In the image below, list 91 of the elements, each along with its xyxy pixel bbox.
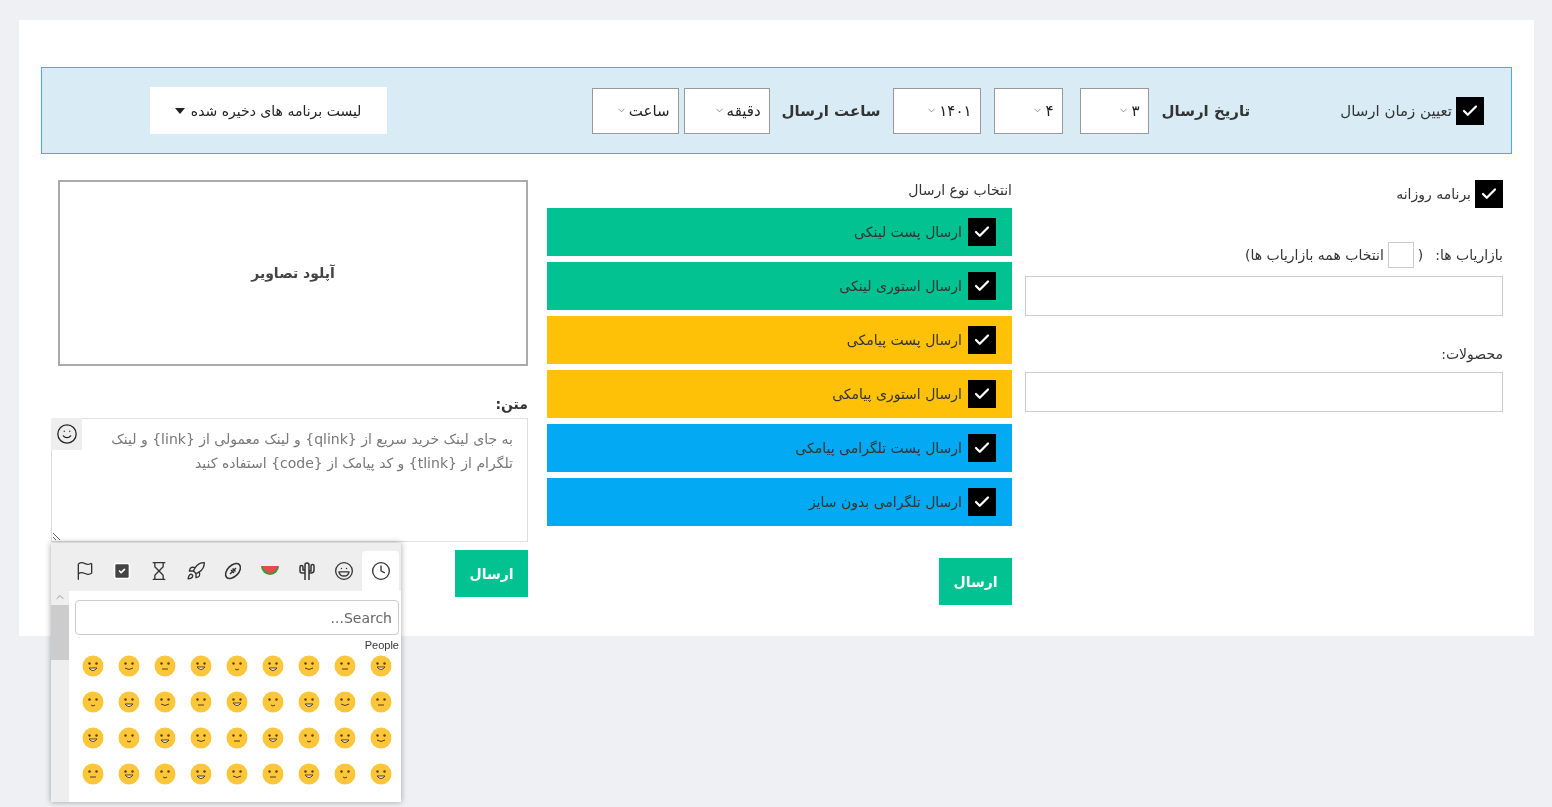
send-type-option[interactable]: ارسال تلگرامی بدون سایز bbox=[547, 478, 1012, 526]
emoji-icon[interactable] bbox=[82, 691, 104, 713]
emoji-icon[interactable] bbox=[82, 727, 104, 749]
emoji-icon[interactable] bbox=[226, 655, 248, 677]
checkbox[interactable] bbox=[1456, 96, 1484, 125]
emoji-icon[interactable] bbox=[370, 655, 392, 677]
send-type-heading: انتخاب نوع ارسال bbox=[907, 182, 1012, 198]
time-select[interactable]: دقیقه bbox=[683, 87, 770, 134]
date-select[interactable]: ۱۴۰۱ bbox=[892, 87, 981, 134]
send-type-label: ارسال استوری پیامکی bbox=[832, 386, 962, 402]
checkbox[interactable] bbox=[968, 272, 996, 300]
select-all-label: انتخاب همه بازاریاب ها) bbox=[1244, 247, 1384, 263]
emoji-icon[interactable] bbox=[118, 691, 140, 713]
products-input[interactable] bbox=[1025, 372, 1503, 412]
time-select[interactable]: ساعت bbox=[591, 87, 679, 134]
emoji-icon[interactable] bbox=[154, 727, 176, 749]
send-type-option[interactable]: ارسال پست تلگرامی پیامکی bbox=[547, 424, 1012, 472]
caret-icon bbox=[174, 107, 185, 114]
schedule-label: تعیین زمان ارسال bbox=[1340, 101, 1452, 120]
send-type-label: ارسال استوری لینکی bbox=[839, 278, 962, 294]
emoji-icon[interactable] bbox=[154, 691, 176, 713]
emoji-icon[interactable] bbox=[298, 691, 320, 713]
emoji-icon[interactable] bbox=[118, 763, 140, 785]
daily-program-label: برنامه روزانه bbox=[1396, 186, 1471, 202]
emoji-icon[interactable] bbox=[226, 727, 248, 749]
emoji-icon[interactable] bbox=[298, 727, 320, 749]
emoji-icon[interactable] bbox=[82, 655, 104, 677]
watermelon-icon bbox=[259, 565, 280, 577]
rocket-icon bbox=[185, 561, 206, 581]
smiley-icon bbox=[55, 423, 78, 445]
send-type-label: ارسال پست تلگرامی پیامکی bbox=[795, 440, 962, 456]
checkbox[interactable] bbox=[968, 434, 996, 462]
emoji-icon[interactable] bbox=[226, 691, 248, 713]
emoji-icon[interactable] bbox=[262, 763, 284, 785]
image-upload-area[interactable]: آپلود تصاویر bbox=[58, 180, 528, 366]
emoji-icon[interactable] bbox=[262, 655, 284, 677]
emoji-icon[interactable] bbox=[154, 655, 176, 677]
emoji-search-field[interactable]: Search... bbox=[75, 600, 399, 635]
emoji-icon[interactable] bbox=[226, 763, 248, 785]
emoji-icon[interactable] bbox=[262, 691, 284, 713]
paren-text: ( bbox=[1417, 247, 1424, 263]
football-icon bbox=[222, 561, 243, 581]
emoji-icon[interactable] bbox=[190, 655, 212, 677]
emoji-icon[interactable] bbox=[334, 655, 356, 677]
checkbox[interactable] bbox=[968, 488, 996, 516]
checkbox[interactable] bbox=[968, 326, 996, 354]
send-type-option[interactable]: ارسال استوری لینکی bbox=[547, 262, 1012, 310]
clock-icon bbox=[370, 561, 391, 581]
emoji-icon[interactable] bbox=[154, 763, 176, 785]
message-textarea[interactable]: به جای لینک خرید سریع از {qlink} و لینک معمولی از {link} و لینک تلگرام از {tlink} و کد پیامک از {code} استفاده کنید bbox=[51, 418, 528, 542]
emoji-icon[interactable] bbox=[118, 727, 140, 749]
emoji-button[interactable] bbox=[51, 418, 82, 450]
time-label: ساعت ارسال bbox=[781, 101, 881, 120]
emoji-icon[interactable] bbox=[118, 655, 140, 677]
send-type-label: ارسال پست لینکی bbox=[854, 224, 962, 240]
emoji-category-tab[interactable] bbox=[362, 551, 399, 591]
emoji-icon[interactable] bbox=[298, 763, 320, 785]
send-type-option[interactable]: ارسال پست پیامکی bbox=[547, 316, 1012, 364]
send-type-label: ارسال پست پیامکی bbox=[846, 332, 962, 348]
emoji-icon[interactable] bbox=[370, 763, 392, 785]
emoji-icon[interactable] bbox=[190, 763, 212, 785]
scrollbar-thumb[interactable] bbox=[51, 605, 69, 660]
emoji-category-label: People bbox=[363, 639, 399, 651]
send-type-option[interactable]: ارسال استوری پیامکی bbox=[547, 370, 1012, 418]
checkbox[interactable] bbox=[1475, 180, 1503, 208]
message-label: متن: bbox=[494, 396, 528, 412]
checkbox[interactable] bbox=[1387, 242, 1414, 268]
emoji-icon[interactable] bbox=[334, 763, 356, 785]
send-type-option[interactable]: ارسال پست لینکی bbox=[547, 208, 1012, 256]
marketers-input[interactable] bbox=[1025, 276, 1503, 316]
emoji-icon[interactable] bbox=[334, 727, 356, 749]
saved-programs-dropdown[interactable]: لیست برنامه های دخیره شده bbox=[149, 87, 387, 134]
checkbox[interactable] bbox=[968, 380, 996, 408]
date-select[interactable]: ۴ bbox=[993, 87, 1063, 134]
date-select[interactable]: ۳ bbox=[1079, 87, 1149, 134]
emoji-icon[interactable] bbox=[370, 691, 392, 713]
emoji-icon[interactable] bbox=[190, 727, 212, 749]
date-label: تاریخ ارسال bbox=[1161, 101, 1251, 120]
emoji-icon[interactable] bbox=[370, 727, 392, 749]
smiley-icon bbox=[333, 561, 354, 581]
emoji-icon[interactable] bbox=[334, 691, 356, 713]
checkbox-icon bbox=[111, 561, 132, 581]
cactus-icon bbox=[296, 561, 317, 581]
emoji-icon[interactable] bbox=[262, 727, 284, 749]
emoji-icon[interactable] bbox=[82, 763, 104, 785]
send-type-label: ارسال تلگرامی بدون سایز bbox=[808, 494, 962, 510]
emoji-icon[interactable] bbox=[298, 655, 320, 677]
checkbox[interactable] bbox=[968, 218, 996, 246]
products-label: محصولات: bbox=[1440, 346, 1503, 362]
marketers-label: بازاریاب ها: bbox=[1435, 247, 1503, 263]
emoji-icon[interactable] bbox=[190, 691, 212, 713]
